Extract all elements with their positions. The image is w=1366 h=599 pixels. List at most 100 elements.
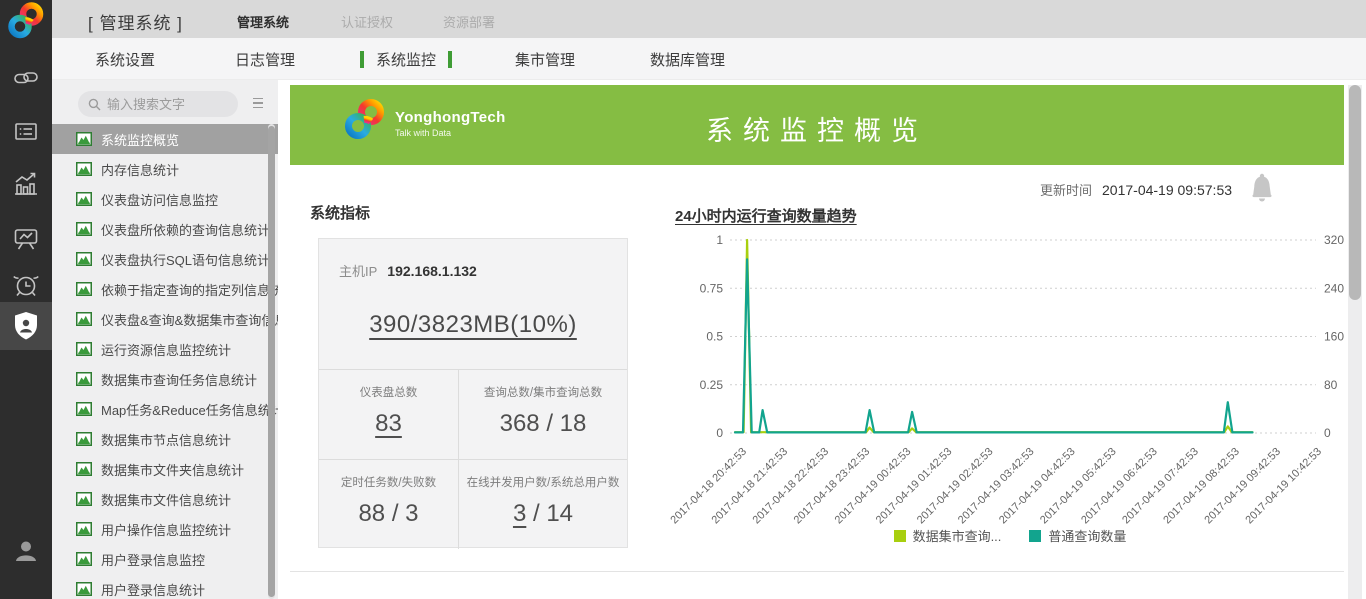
chart-report-icon: [76, 372, 92, 386]
sidebar-item-10[interactable]: 数据集市节点信息统计: [52, 424, 278, 454]
legend-swatch: [894, 530, 906, 542]
app-rail: [0, 0, 52, 599]
link-icon[interactable]: [0, 55, 52, 101]
svg-text:2017-04-19 08:42:53: 2017-04-19 08:42:53: [1161, 446, 1242, 527]
chart-report-icon: [76, 132, 92, 146]
chart-report-icon: [76, 282, 92, 296]
sidebar-item-label: 系统监控概览: [101, 130, 179, 149]
chart-report-icon: [76, 582, 92, 596]
topbar-tab-1[interactable]: 认证授权: [341, 12, 393, 31]
svg-text:2017-04-19 04:42:53: 2017-04-19 04:42:53: [997, 446, 1078, 527]
list-card-icon[interactable]: [0, 108, 52, 154]
sidebar-item-5[interactable]: 依赖于指定查询的指定列信息统计: [52, 274, 278, 304]
svg-text:0: 0: [716, 426, 723, 440]
chart-report-icon: [76, 552, 92, 566]
nav-tab-3[interactable]: 集市管理: [515, 49, 575, 70]
presentation-icon[interactable]: [0, 216, 52, 262]
sidebar-item-label: 依赖于指定查询的指定列信息统计: [101, 280, 278, 299]
search-icon: [88, 98, 101, 111]
svg-text:2017-04-19 01:42:53: 2017-04-19 01:42:53: [874, 446, 955, 527]
sidebar-item-label: 仪表盘所依赖的查询信息统计: [101, 220, 270, 239]
sidebar-item-14[interactable]: 用户登录信息监控: [52, 544, 278, 574]
topbar-tab-2[interactable]: 资源部署: [443, 12, 495, 31]
shield-user-icon[interactable]: [0, 302, 52, 350]
metric-label: 查询总数/集市查询总数: [459, 384, 627, 400]
svg-text:320: 320: [1324, 233, 1344, 247]
search-input[interactable]: [107, 97, 227, 112]
topbar-tab-0[interactable]: 管理系统: [237, 12, 289, 31]
sidebar-item-label: 数据集市查询任务信息统计: [101, 370, 257, 389]
sidebar-item-label: 仪表盘&查询&数据集市查询信息统计: [101, 310, 278, 329]
svg-text:2017-04-19 06:42:53: 2017-04-19 06:42:53: [1079, 446, 1160, 527]
sidebar-scrollbar-thumb[interactable]: [268, 126, 275, 597]
nav-tab-1[interactable]: 日志管理: [235, 49, 295, 70]
metric-cell-1: 查询总数/集市查询总数 368 / 18: [459, 370, 627, 459]
sidebar-item-8[interactable]: 数据集市查询任务信息统计: [52, 364, 278, 394]
chart-legend: 数据集市查询... 普通查询数量: [730, 526, 1290, 545]
sidebar-item-label: 用户登录信息统计: [101, 580, 205, 599]
metrics-section-title: 系统指标: [310, 202, 370, 223]
module-nav: 系统设置 日志管理 系统监控 集市管理 数据库管理: [52, 38, 1366, 80]
sidebar-item-12[interactable]: 数据集市文件信息统计: [52, 484, 278, 514]
user-icon[interactable]: [0, 528, 52, 574]
metric-value: 368 / 18: [459, 410, 627, 438]
nav-tab-0[interactable]: 系统设置: [95, 49, 155, 70]
section-divider: [290, 571, 1344, 572]
metric-value[interactable]: 3 / 14: [459, 500, 627, 528]
sidebar: 系统监控概览内存信息统计仪表盘访问信息监控仪表盘所依赖的查询信息统计仪表盘执行S…: [52, 80, 278, 599]
svg-text:2017-04-19 00:42:53: 2017-04-19 00:42:53: [833, 446, 914, 527]
page-scrollbar-track[interactable]: [1348, 85, 1362, 599]
metric-label: 仪表盘总数: [319, 384, 458, 400]
sidebar-item-label: 数据集市文件夹信息统计: [101, 460, 244, 479]
chart-report-icon: [76, 432, 92, 446]
sidebar-item-label: 仪表盘访问信息监控: [101, 190, 218, 209]
metric-cell-0: 仪表盘总数 83: [319, 370, 459, 459]
sidebar-item-label: 内存信息统计: [101, 160, 179, 179]
sidebar-item-label: 用户操作信息监控统计: [101, 520, 231, 539]
sidebar-item-3[interactable]: 仪表盘所依赖的查询信息统计: [52, 214, 278, 244]
update-time-label: 更新时间: [1040, 180, 1092, 199]
sidebar-item-label: 数据集市节点信息统计: [101, 430, 231, 449]
legend-label: 普通查询数量: [1048, 526, 1126, 545]
sidebar-item-7[interactable]: 运行资源信息监控统计: [52, 334, 278, 364]
nav-tab-label: 系统监控: [376, 49, 436, 70]
sidebar-item-9[interactable]: Map任务&Reduce任务信息统计: [52, 394, 278, 424]
sidebar-item-13[interactable]: 用户操作信息监控统计: [52, 514, 278, 544]
nav-tab-4[interactable]: 数据库管理: [650, 49, 725, 70]
search-box[interactable]: [78, 91, 238, 117]
chart-report-icon: [76, 252, 92, 266]
sidebar-item-11[interactable]: 数据集市文件夹信息统计: [52, 454, 278, 484]
chart-plot: 000.25800.51600.7524013202017-04-18 20:4…: [660, 228, 1360, 524]
chart-report-icon: [76, 312, 92, 326]
active-tab-bar-left: [360, 51, 364, 68]
chart-report-icon: [76, 522, 92, 536]
sidebar-item-label: Map任务&Reduce任务信息统计: [101, 400, 278, 419]
metrics-panel: 主机IP 192.168.1.132 390/3823MB(10%) 仪表盘总数…: [318, 238, 628, 548]
sidebar-item-15[interactable]: 用户登录信息统计: [52, 574, 278, 599]
sidebar-item-0[interactable]: 系统监控概览: [52, 124, 278, 154]
memory-usage-link[interactable]: 390/3823MB(10%): [319, 311, 627, 339]
legend-item-0[interactable]: 数据集市查询...: [894, 526, 1002, 545]
bar-chart-icon[interactable]: [0, 162, 52, 208]
metric-value[interactable]: 83: [319, 410, 458, 438]
report-banner: YonghongTech Talk with Data 系统监控概览: [290, 85, 1344, 165]
svg-text:2017-04-19 05:42:53: 2017-04-19 05:42:53: [1038, 446, 1119, 527]
metric-cell-2: 定时任务数/失败数88 / 3: [319, 460, 459, 549]
sidebar-item-2[interactable]: 仪表盘访问信息监控: [52, 184, 278, 214]
notification-bell-icon[interactable]: [1247, 172, 1277, 208]
window-title: [ 管理系统 ]: [88, 9, 183, 34]
sidebar-item-1[interactable]: 内存信息统计: [52, 154, 278, 184]
svg-text:240: 240: [1324, 281, 1344, 295]
nav-tab-2[interactable]: 系统监控: [360, 49, 452, 70]
svg-text:2017-04-19 10:42:53: 2017-04-19 10:42:53: [1243, 446, 1324, 527]
sidebar-item-6[interactable]: 仪表盘&查询&数据集市查询信息统计: [52, 304, 278, 334]
update-time-value: 2017-04-19 09:57:53: [1102, 182, 1232, 198]
sidebar-menu-icon[interactable]: [250, 94, 266, 112]
sidebar-item-4[interactable]: 仪表盘执行SQL语句信息统计: [52, 244, 278, 274]
update-time-row: 更新时间 2017-04-19 09:57:53: [1040, 180, 1232, 199]
svg-text:0.75: 0.75: [700, 281, 724, 295]
metric-value: 88 / 3: [319, 500, 458, 528]
svg-text:2017-04-18 23:42:53: 2017-04-18 23:42:53: [792, 446, 873, 527]
legend-item-1[interactable]: 普通查询数量: [1029, 526, 1126, 545]
page-scrollbar-thumb[interactable]: [1349, 85, 1361, 300]
